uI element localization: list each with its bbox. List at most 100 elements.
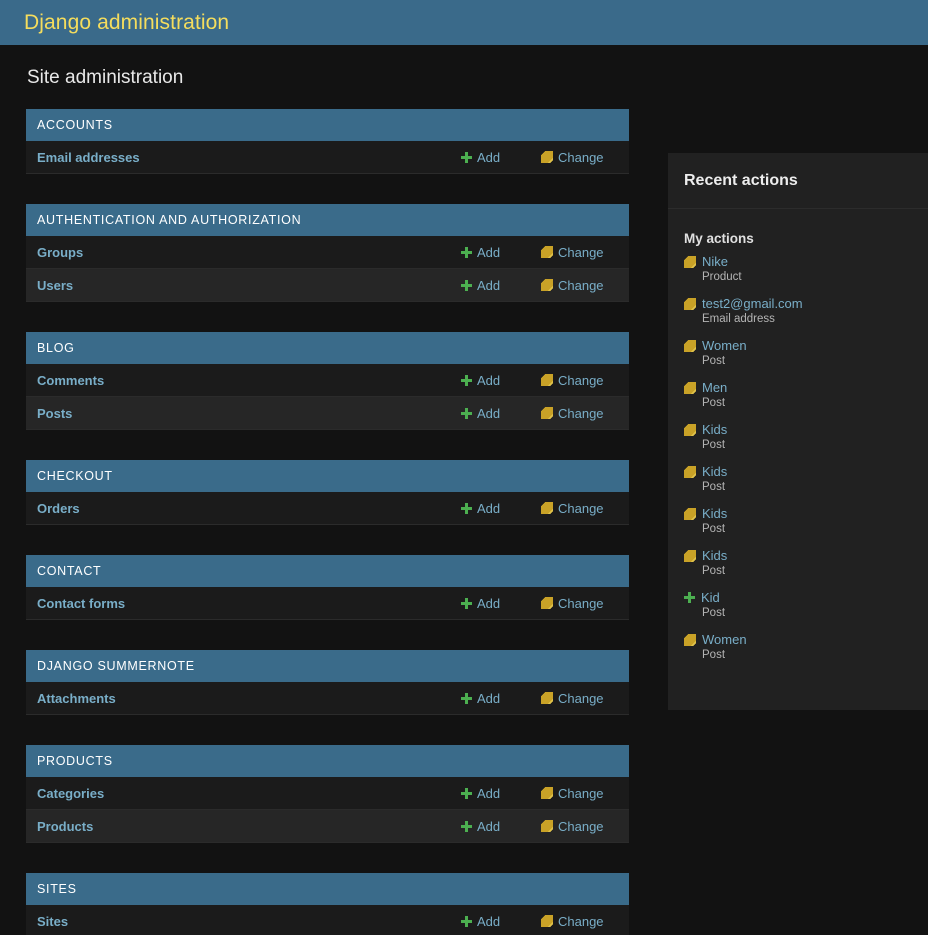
model-row: Email addresses Add Change [26, 141, 629, 174]
change-link[interactable]: Change [541, 501, 629, 516]
pencil-icon [541, 246, 553, 258]
change-link[interactable]: Change [541, 245, 629, 260]
model-link[interactable]: Sites [26, 914, 461, 929]
app-caption[interactable]: BLOG [26, 332, 629, 364]
recent-action-link[interactable]: Women [702, 632, 747, 647]
add-link[interactable]: Add [461, 691, 541, 706]
recent-action-model: Post [702, 481, 726, 493]
model-link[interactable]: Groups [26, 245, 461, 260]
recent-action-head: Women [684, 632, 928, 647]
recent-action-item: Kids Post [684, 422, 928, 451]
app-caption[interactable]: AUTHENTICATION AND AUTHORIZATION [26, 204, 629, 236]
recent-action-link[interactable]: Kid [701, 590, 720, 605]
model-link[interactable]: Products [26, 819, 461, 834]
add-label: Add [477, 595, 501, 611]
change-link[interactable]: Change [541, 150, 629, 165]
recent-action-head: Men [684, 380, 928, 395]
recent-action-item: Kids Post [684, 464, 928, 493]
recent-action-link[interactable]: Nike [702, 254, 728, 269]
model-row: Products Add Change [26, 810, 629, 843]
add-link[interactable]: Add [461, 914, 541, 929]
app-module: AUTHENTICATION AND AUTHORIZATION Groups Ad… [26, 204, 629, 302]
change-label: Change [558, 372, 604, 388]
pencil-icon [541, 692, 553, 704]
plus-icon [461, 787, 472, 799]
my-actions-title: My actions [684, 231, 754, 246]
model-link[interactable]: Comments [26, 373, 461, 388]
recent-action-link[interactable]: Kids [702, 422, 727, 437]
change-label: Change [558, 277, 604, 293]
pencil-icon [684, 634, 696, 646]
model-link[interactable]: Contact forms [26, 596, 461, 611]
change-label: Change [558, 405, 604, 421]
add-label: Add [477, 244, 501, 260]
page-body: Site administration ACCOUNTS Email addres… [0, 45, 928, 935]
plus-icon [461, 502, 472, 514]
app-caption[interactable]: ACCOUNTS [26, 109, 629, 141]
change-label: Change [558, 913, 604, 929]
add-link[interactable]: Add [461, 150, 541, 165]
pencil-icon [684, 382, 696, 394]
pencil-icon [541, 597, 553, 609]
model-link[interactable]: Email addresses [26, 150, 461, 165]
add-link[interactable]: Add [461, 596, 541, 611]
change-link[interactable]: Change [541, 819, 629, 834]
model-link[interactable]: Categories [26, 786, 461, 801]
add-link[interactable]: Add [461, 278, 541, 293]
add-link[interactable]: Add [461, 406, 541, 421]
model-link[interactable]: Attachments [26, 691, 461, 706]
branding-title[interactable]: Django administration [24, 11, 229, 35]
model-row: Comments Add Change [26, 364, 629, 397]
change-link[interactable]: Change [541, 278, 629, 293]
app-caption[interactable]: SITES [26, 873, 629, 905]
model-row: Attachments Add Change [26, 682, 629, 715]
change-label: Change [558, 818, 604, 834]
app-caption[interactable]: CONTACT [26, 555, 629, 587]
add-link[interactable]: Add [461, 786, 541, 801]
app-caption[interactable]: PRODUCTS [26, 745, 629, 777]
model-row: Categories Add Change [26, 777, 629, 810]
add-label: Add [477, 500, 501, 516]
recent-action-head: Kids [684, 506, 928, 521]
recent-action-link[interactable]: test2@gmail.com [702, 296, 803, 311]
add-link[interactable]: Add [461, 819, 541, 834]
model-link[interactable]: Orders [26, 501, 461, 516]
model-link[interactable]: Users [26, 278, 461, 293]
recent-action-link[interactable]: Women [702, 338, 747, 353]
change-label: Change [558, 595, 604, 611]
change-label: Change [558, 500, 604, 516]
app-caption[interactable]: CHECKOUT [26, 460, 629, 492]
change-link[interactable]: Change [541, 914, 629, 929]
pencil-icon [541, 787, 553, 799]
recent-action-model: Post [702, 397, 726, 409]
model-link[interactable]: Posts [26, 406, 461, 421]
add-link[interactable]: Add [461, 373, 541, 388]
change-link[interactable]: Change [541, 406, 629, 421]
recent-action-list: Nike Product test2@gmail.com Email address W… [668, 254, 928, 702]
change-link[interactable]: Change [541, 596, 629, 611]
pencil-icon [541, 279, 553, 291]
app-caption[interactable]: DJANGO SUMMERNOTE [26, 650, 629, 682]
pencil-icon [541, 820, 553, 832]
change-link[interactable]: Change [541, 691, 629, 706]
recent-action-link[interactable]: Men [702, 380, 727, 395]
recent-action-link[interactable]: Kids [702, 464, 727, 479]
add-link[interactable]: Add [461, 501, 541, 516]
change-link[interactable]: Change [541, 373, 629, 388]
recent-action-link[interactable]: Kids [702, 506, 727, 521]
app-module: SITES Sites Add Change [26, 873, 629, 935]
add-label: Add [477, 277, 501, 293]
change-link[interactable]: Change [541, 786, 629, 801]
app-module: CHECKOUT Orders Add Change [26, 460, 629, 525]
plus-icon [461, 246, 472, 258]
plus-icon [684, 592, 695, 603]
recent-action-model: Post [702, 355, 726, 367]
plus-icon [461, 692, 472, 704]
recent-action-link[interactable]: Kids [702, 548, 727, 563]
add-label: Add [477, 690, 501, 706]
add-link[interactable]: Add [461, 245, 541, 260]
recent-action-item: Nike Product [684, 254, 928, 283]
plus-icon [461, 407, 472, 419]
pencil-icon [684, 298, 696, 310]
plus-icon [461, 820, 472, 832]
